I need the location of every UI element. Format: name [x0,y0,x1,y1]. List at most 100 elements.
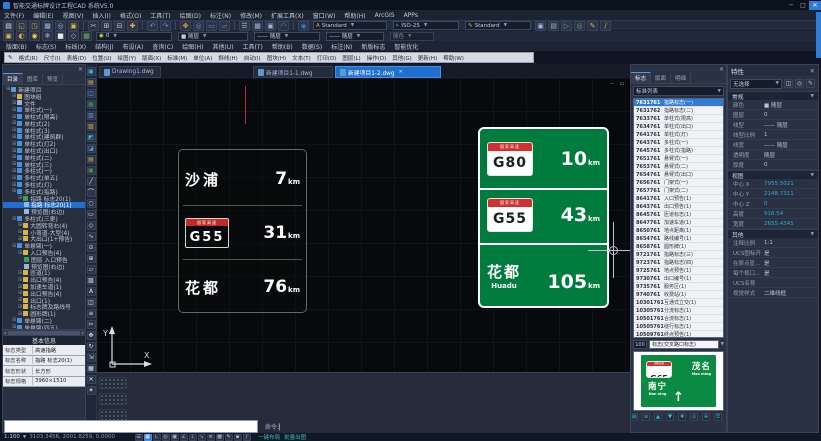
tool6-icon[interactable]: ∕ [600,21,611,31]
layer-freeze-icon[interactable]: ❄ [42,31,53,41]
sign-menu-item[interactable]: 工具(T) [243,42,263,51]
selection-dropdown[interactable]: 无选择▼ [730,79,782,89]
sign-code-row[interactable]: 10509761终点预告(1) [634,331,723,338]
sign-tool-item[interactable]: 斜线(H) [218,54,237,62]
sign-code-row[interactable]: 7641761单柱式(灯) [634,131,723,139]
property-row[interactable]: 线宽—— 随层 [728,140,818,150]
expand-icon[interactable]: ⊞ [18,290,22,296]
am-icon[interactable]: ∕ [243,434,251,441]
sign-menu-item[interactable]: 布设(A) [123,42,144,51]
palette7-icon[interactable]: ◩ [87,133,96,142]
scale-icon[interactable]: ⇲ [87,353,96,362]
rotate-icon[interactable]: ↻ [87,342,96,351]
close-button[interactable]: ✕ [809,1,821,10]
property-row[interactable]: 在原点显...是 [728,258,818,268]
sign-menu-item[interactable]: 结构(J) [95,42,113,51]
fit-icon[interactable]: ▤ [630,413,638,421]
sign-code-row[interactable]: 7653761悬臂式(二) [634,163,723,171]
palette5-icon[interactable]: ▧ [87,111,96,120]
status-button-批量出图[interactable]: 批量出图 [284,433,306,441]
layer-color-swatch[interactable]: ■ [55,31,66,41]
menu-item-格式(O)[interactable]: 格式(O) [120,11,141,20]
sign-code-row[interactable]: 10305761分流标志(1) [634,307,723,315]
sign-tool-item[interactable]: 帮助(W) [443,54,464,62]
text-icon[interactable]: A [87,287,96,296]
maximize-button[interactable]: □ [797,1,809,10]
property-row[interactable]: 注释比例1:1 [728,238,818,248]
project-tab-图库[interactable]: 图库 [23,74,43,84]
erase-icon[interactable]: ✕ [87,375,96,384]
plotstyle-dropdown[interactable]: 随色▼ [390,32,434,41]
expand-icon[interactable]: ⊞ [12,188,16,194]
expand-icon[interactable]: ⊞ [18,250,22,256]
sign-tool-item[interactable]: 图层(L) [342,54,360,62]
redo-icon[interactable]: ↷ [160,21,171,31]
sign-tool-item[interactable]: 图块(H) [267,54,286,62]
property-row[interactable]: 视觉样式二维线框 [728,288,818,298]
tree-horizontal-scrollbar[interactable]: ◂▸ [3,329,85,335]
command-history-window[interactable] [4,420,258,433]
layer-lock-icon[interactable]: ◇ [68,31,79,41]
expand-icon[interactable]: ⊞ [12,141,16,147]
menu-item-修改(M)[interactable]: 修改(M) [240,11,262,20]
property-row[interactable]: UCS图标开是 [728,248,818,258]
sign-menu-item[interactable]: 绘图(H) [182,42,203,51]
pline-icon[interactable]: ▱ [87,265,96,274]
menu-item-窗口(W)[interactable]: 窗口(W) [313,11,336,20]
expand-icon[interactable]: ⊞ [18,236,22,242]
tool1-icon[interactable]: ▣ [535,21,546,31]
lineweight-dropdown[interactable]: —— 随层▼ [326,32,384,41]
menu-item-视图(V)[interactable]: 视图(V) [63,11,84,20]
publish-icon[interactable]: ▣ [68,21,79,31]
new-icon[interactable]: ▤ [3,21,14,31]
ortho-icon[interactable]: ∟ [153,434,161,441]
expand-icon[interactable]: ⊞ [12,175,16,181]
expand-icon[interactable]: ⊞ [18,270,22,276]
palette10-icon[interactable]: ▣ [87,166,96,175]
sign-menu-item[interactable]: 智能优化 [394,42,418,51]
sign-code-row[interactable]: 7634761单柱式(出口) [634,123,723,131]
expand-icon[interactable]: ⊞ [12,154,16,160]
expand-icon[interactable]: ⊞ [12,216,16,222]
sign-drawing-wireframe[interactable]: 沙浦 7km 国家高速 G55 31km 花都 76km [178,149,307,313]
expand-icon[interactable]: ⊞ [18,304,22,310]
menu-item-绘图(D)[interactable]: 绘图(D) [180,11,201,20]
make-layer-icon[interactable]: ▦ [81,31,92,41]
sign-code-row[interactable]: 7645761多柱式(指路) [634,147,723,155]
sign-code-row[interactable]: 8641761入口预告(1) [634,195,723,203]
property-row[interactable]: 颜色■ 随层 [728,100,818,110]
locate-icon[interactable]: ◎ [690,413,698,421]
circle-icon[interactable]: ○ [87,199,96,208]
property-row[interactable]: 中心 Z0 [728,199,818,209]
layer-props-icon[interactable]: ▣ [3,31,14,41]
text-style-dropdown[interactable]: AStandard▼ [313,21,387,30]
pick-add-icon[interactable]: ◫ [784,79,793,88]
mirror-icon[interactable]: ◫ [87,298,96,307]
list-icon[interactable]: ≡ [642,413,650,421]
sign-menu-item[interactable]: 标志(S) [36,42,57,51]
sign-menu-item[interactable]: 新版标志 [361,42,385,51]
color-dropdown[interactable]: ■ 随层▼ [178,32,248,41]
tree-item[interactable]: ⊞图块组 [3,93,85,100]
line-icon[interactable]: ╱ [87,177,96,186]
sign-code-row[interactable]: 7631762指路标志(二) [634,107,723,115]
copy-icon[interactable]: ⊞ [101,21,112,31]
polygon-icon[interactable]: ◇ [87,221,96,230]
table-style-dropdown[interactable]: ✎Standard▼ [465,21,531,30]
panel-close-icon[interactable]: ✕ [719,66,724,73]
chevron-down-icon[interactable]: ▼ [721,342,724,347]
layer-dropdown[interactable]: ◉0▼ [96,32,172,41]
sign-menu-item[interactable]: 版面(B) [6,42,27,51]
sign-tool-item[interactable]: 绘图(Y) [118,54,137,62]
paste-icon[interactable]: ⊟ [114,21,125,31]
sign-code-row[interactable]: 7654761悬臂式(出口) [634,171,723,179]
polar-icon[interactable]: ◎ [162,434,170,441]
menu-item-编辑(E)[interactable]: 编辑(E) [33,11,53,20]
status-button-一键布局[interactable]: 一键布局 [258,433,280,441]
expand-icon[interactable]: ⊞ [12,93,16,99]
otrack-icon[interactable]: ∠ [180,434,188,441]
sign-tool-item[interactable]: 其他(G) [392,54,412,62]
expand-icon[interactable]: ⊞ [18,284,22,290]
tpy-icon[interactable]: ▩ [216,434,224,441]
expand-icon[interactable]: ⊞ [12,127,16,133]
